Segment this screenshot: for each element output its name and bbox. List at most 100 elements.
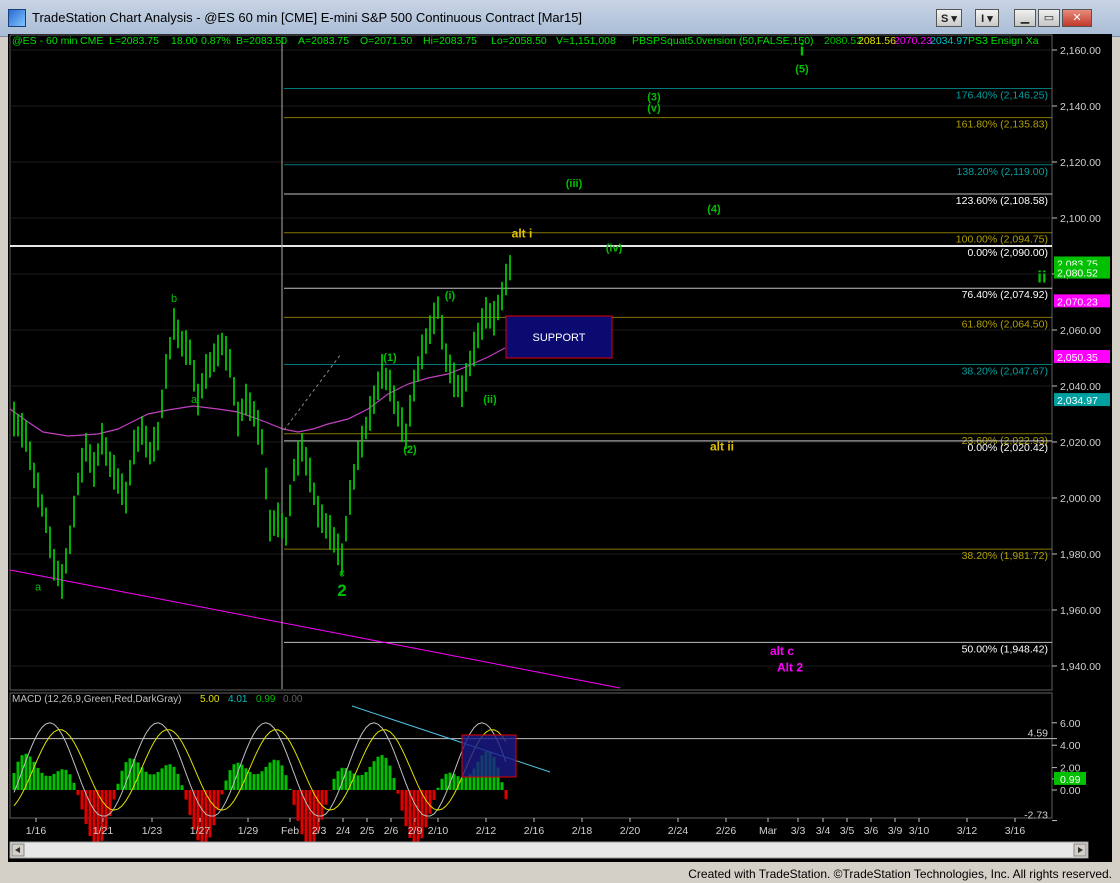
s-dropdown-button[interactable]: S ▾ (936, 9, 962, 27)
x-tick-label: 2/26 (716, 825, 737, 837)
fib-level-label: 38.20% (1,981.72) (962, 550, 1048, 562)
x-tick-label: Mar (759, 825, 778, 837)
x-tick-label: 2/6 (384, 825, 399, 837)
header-ind-v4: 2034.97 (930, 35, 968, 47)
price-chart[interactable]: 176.40% (2,146.25) 161.80% (2,135.83) 138.… (8, 34, 1112, 862)
fib-level-label: 123.60% (2,108.58) (956, 195, 1048, 207)
fib-level-label: 61.80% (2,064.50) (962, 318, 1048, 330)
header-ind-v1: 2080.52 (824, 35, 862, 47)
i-button-label: I (981, 13, 985, 25)
price-tick-label: 2,120.00 (1060, 157, 1101, 169)
x-tick-label: 2/4 (336, 825, 351, 837)
title-bar: TradeStation Chart Analysis - @ES 60 min… (0, 0, 1120, 37)
x-tick-label: 1/23 (142, 825, 163, 837)
price-tick-label: 1,960.00 (1060, 605, 1101, 617)
macd-tick-label: 4.00 (1060, 740, 1081, 752)
price-tick-label: 1,980.00 (1060, 549, 1101, 561)
header-volume: V=1,151,008 (556, 35, 616, 47)
wave-label: a (35, 581, 42, 593)
header-pct: 0.87% (201, 35, 231, 47)
wave-label: c (339, 567, 345, 579)
x-tick-label: 3/4 (816, 825, 831, 837)
x-tick-label: 2/20 (620, 825, 641, 837)
x-tick-label: 1/29 (238, 825, 259, 837)
price-tag-label: 2,050.35 (1057, 352, 1098, 364)
minimize-button[interactable]: ▁ (1014, 9, 1036, 27)
window-title: TradeStation Chart Analysis - @ES 60 min… (32, 10, 583, 25)
x-tick-label: 2/9 (408, 825, 423, 837)
header-high: Hi=2083.75 (423, 35, 477, 47)
fib-level-label: 161.80% (2,135.83) (956, 119, 1048, 131)
wave-label: 2 (337, 581, 346, 600)
wave-label: alt i (512, 227, 533, 241)
fib-level-label: 50.00% (1,948.42) (962, 643, 1048, 655)
x-tick-label: 2/3 (312, 825, 327, 837)
x-tick-label: 3/3 (791, 825, 806, 837)
footer-copyright: Created with TradeStation. ©TradeStation… (688, 867, 1112, 881)
fib-level-label: 176.40% (2,146.25) (956, 90, 1048, 102)
i-dropdown-button[interactable]: I ▾ (975, 9, 999, 27)
x-tick-label: 1/16 (26, 825, 47, 837)
price-tick-label: 1,940.00 (1060, 661, 1101, 673)
header-last: L=2083.75 (109, 35, 159, 47)
x-tick-label: Feb (281, 825, 299, 837)
price-tick-label: 2,100.00 (1060, 213, 1101, 225)
fib-level-label: 38.20% (2,047.67) (962, 366, 1048, 378)
wave-label: alt c (770, 644, 794, 658)
wave-label: (3) (647, 91, 661, 103)
fib-level-label: 138.20% (2,119.00) (957, 166, 1048, 178)
price-tick-label: 2,040.00 (1060, 381, 1101, 393)
chart-window[interactable]: 176.40% (2,146.25) 161.80% (2,135.83) 138.… (8, 34, 1112, 862)
close-button[interactable]: ✕ (1062, 9, 1092, 27)
macd-tick-label: 6.00 (1060, 718, 1081, 730)
x-tick-label: 2/18 (572, 825, 593, 837)
x-tick-label: 3/5 (840, 825, 855, 837)
horizontal-scrollbar[interactable] (9, 841, 1089, 859)
wave-label: (iv) (606, 243, 623, 255)
price-tick-label: 2,140.00 (1060, 101, 1101, 113)
macd-box (461, 734, 517, 778)
wave-label: (5) (795, 63, 809, 75)
header-exchange: CME (80, 35, 103, 47)
wave-label: (4) (707, 203, 721, 215)
x-tick-label: 2/24 (668, 825, 689, 837)
wave-label: (v) (647, 103, 661, 115)
price-tag-label: 2,080.52 (1057, 268, 1098, 280)
x-tick-label: 2/12 (476, 825, 497, 837)
wave-label: alt ii (710, 439, 734, 453)
macd-v4: 0.00 (283, 694, 303, 705)
macd-tick-label: -2.73 (1024, 810, 1048, 822)
restore-button[interactable]: ▭ (1038, 9, 1060, 27)
macd-v3: 0.99 (256, 694, 276, 705)
fib-level-label: 0.00% (2,090.00) (967, 247, 1048, 259)
fib-level-label: 100.00% (2,094.75) (956, 234, 1048, 246)
x-tick-label: 1/27 (190, 825, 211, 837)
x-tick-label: 3/9 (888, 825, 903, 837)
fib-level-label: 0.00% (2,020.42) (967, 442, 1048, 454)
wave-label: b (171, 293, 177, 305)
wave-label: (1) (383, 352, 397, 364)
macd-v2: 4.01 (228, 694, 248, 705)
s-button-label: S (941, 13, 949, 25)
support-label: SUPPORT (533, 332, 586, 344)
x-tick-label: 3/16 (1005, 825, 1026, 837)
wave-label: (2) (403, 444, 417, 456)
wave-label: Alt 2 (777, 661, 803, 675)
header-bid: B=2083.50 (236, 35, 287, 47)
price-tick-label: 2,160.00 (1060, 45, 1101, 57)
macd-title: MACD (12,26,9,Green,Red,DarkGray) (12, 694, 182, 705)
fib-level-label: 76.40% (2,074.92) (962, 289, 1048, 301)
header-ind-name2: PS3 Ensign Xa (968, 35, 1039, 47)
header-ind-v2: 2081.56 (858, 35, 896, 47)
header-open: O=2071.50 (360, 35, 412, 47)
header-indicator: PBSPSquat5.0version (50,FALSE,150) (632, 35, 814, 47)
price-tag-label: 2,070.23 (1057, 296, 1098, 308)
macd-v1: 5.00 (200, 694, 220, 705)
header-symbol: @ES - 60 min (12, 35, 78, 47)
header-ask: A=2083.75 (298, 35, 349, 47)
x-tick-label: 3/10 (909, 825, 930, 837)
wave-label: ii (1037, 267, 1046, 286)
x-tick-label: 1/21 (93, 825, 114, 837)
macd-tick-label: 0.00 (1060, 785, 1081, 797)
price-tick-label: 2,020.00 (1060, 437, 1101, 449)
